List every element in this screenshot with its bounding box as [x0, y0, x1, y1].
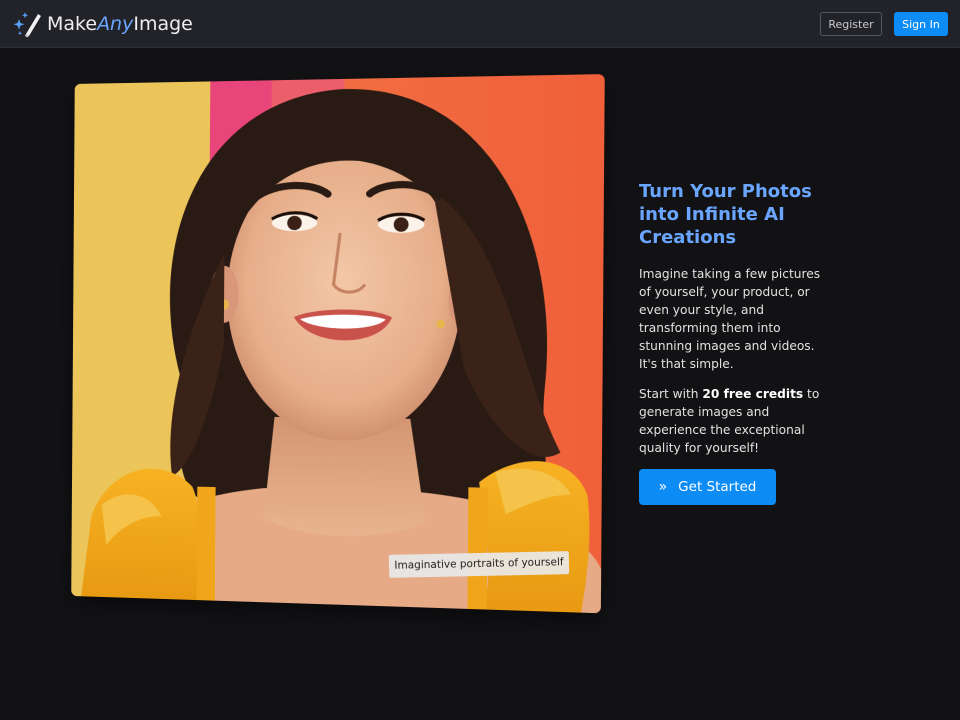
- hero-content: Turn Your Photos into Infinite AI Creati…: [639, 180, 829, 505]
- brand-logo-link[interactable]: MakeAnyImage: [12, 10, 193, 38]
- top-navbar: MakeAnyImage Register Sign In: [0, 0, 960, 48]
- hero-description: Imagine taking a few pictures of yoursel…: [639, 267, 821, 371]
- free-credits-text: Start with 20 free credits to generate i…: [639, 387, 820, 455]
- image-caption: Imaginative portraits of yourself: [388, 551, 570, 578]
- free-credits-highlight: 20 free credits: [702, 387, 804, 401]
- get-started-button[interactable]: » Get Started: [639, 469, 776, 505]
- hero-portrait-image: [71, 74, 605, 614]
- register-button[interactable]: Register: [820, 12, 882, 36]
- brand-name: MakeAnyImage: [47, 13, 193, 35]
- sign-in-button[interactable]: Sign In: [894, 12, 948, 36]
- get-started-label: Get Started: [678, 479, 757, 495]
- hero-headline: Turn Your Photos into Infinite AI Creati…: [639, 181, 812, 248]
- magic-wand-sparkles-icon: [12, 10, 42, 38]
- double-chevron-right-icon: »: [658, 479, 668, 495]
